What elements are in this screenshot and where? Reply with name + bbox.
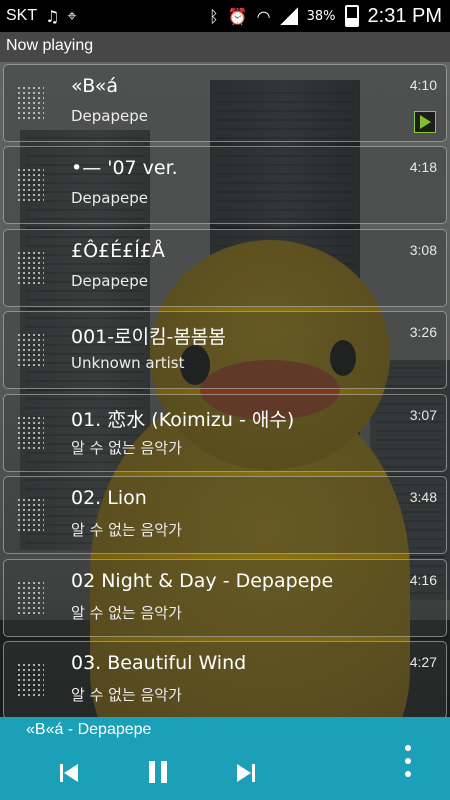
bluetooth-icon: ᛒ — [209, 6, 219, 26]
pause-icon[interactable] — [140, 755, 176, 791]
track-artist: Depapepe — [71, 272, 148, 290]
track-duration: 3:07 — [409, 407, 437, 423]
track-title: 001-로이킴-봄봄봄 — [71, 326, 226, 348]
track-artist: 알 수 없는 음악가 — [71, 439, 182, 457]
track-title: 03. Beautiful Wind — [71, 652, 247, 674]
drag-handle-icon[interactable] — [18, 252, 44, 284]
track-row[interactable]: £Ô£É£Í£Å Depapepe 3:08 — [3, 229, 447, 307]
previous-icon[interactable] — [52, 755, 88, 791]
track-duration: 4:16 — [409, 572, 437, 588]
drag-handle-icon[interactable] — [18, 664, 44, 696]
track-artist: Depapepe — [71, 107, 148, 125]
now-playing-title[interactable]: «B«á - Depapepe — [26, 721, 151, 739]
track-title: «B«á — [71, 75, 119, 97]
page-title: Now playing — [6, 37, 94, 54]
alarm-icon: ⏰ — [227, 6, 248, 26]
next-icon[interactable] — [228, 755, 264, 791]
drag-handle-icon[interactable] — [18, 417, 44, 449]
track-title: 01. 恋水 (Koimizu - 애수) — [71, 409, 295, 431]
track-duration: 3:26 — [409, 324, 437, 340]
track-row[interactable]: 02. Lion 알 수 없는 음악가 3:48 — [3, 476, 447, 554]
battery-percent: 38% — [306, 8, 336, 24]
track-duration: 3:48 — [409, 489, 437, 505]
track-duration: 4:18 — [409, 159, 437, 175]
track-row[interactable]: 001-로이킴-봄봄봄 Unknown artist 3:26 — [3, 311, 447, 389]
track-list[interactable]: «B«á Depapepe 4:10 •— '07 ver. Depapepe … — [0, 64, 450, 719]
now-playing-icon — [414, 111, 436, 133]
track-title: 02 Night & Day - Depapepe — [71, 570, 334, 592]
track-title: £Ô£É£Í£Å — [71, 240, 165, 262]
title-bar: Now playing — [0, 32, 450, 62]
signal-icon — [279, 7, 298, 25]
drag-handle-icon[interactable] — [18, 582, 44, 614]
track-duration: 3:08 — [409, 242, 437, 258]
track-duration: 4:10 — [409, 77, 437, 93]
track-artist: Unknown artist — [71, 354, 185, 372]
track-artist: 알 수 없는 음악가 — [71, 604, 182, 622]
drag-handle-icon[interactable] — [18, 87, 44, 119]
track-artist: Depapepe — [71, 189, 148, 207]
track-row[interactable]: «B«á Depapepe 4:10 — [3, 64, 447, 142]
track-duration: 4:27 — [409, 654, 437, 670]
track-row[interactable]: 01. 恋水 (Koimizu - 애수) 알 수 없는 음악가 3:07 — [3, 394, 447, 472]
music-note-icon: ♫ — [45, 6, 60, 26]
clock: 2:31 PM — [367, 4, 442, 27]
carrier-label: SKT — [6, 7, 38, 24]
drag-handle-icon[interactable] — [18, 499, 44, 531]
location-icon: ⌖ — [67, 6, 77, 25]
drag-handle-icon[interactable] — [18, 334, 44, 366]
track-artist: 알 수 없는 음악가 — [71, 686, 182, 704]
mini-player[interactable]: «B«á - Depapepe — [0, 717, 450, 800]
battery-icon — [344, 5, 359, 27]
track-title: •— '07 ver. — [71, 157, 178, 179]
drag-handle-icon[interactable] — [18, 169, 44, 201]
status-bar: SKT ♫ ⌖ ᛒ ⏰ ◠ 38% 2:31 PM — [0, 0, 450, 32]
track-row[interactable]: •— '07 ver. Depapepe 4:18 — [3, 146, 447, 224]
track-title: 02. Lion — [71, 487, 147, 509]
wifi-icon: ◠ — [256, 6, 271, 26]
track-row[interactable]: 02 Night & Day - Depapepe 알 수 없는 음악가 4:1… — [3, 559, 447, 637]
overflow-menu-icon[interactable] — [398, 743, 418, 779]
track-row[interactable]: 03. Beautiful Wind 알 수 없는 음악가 4:27 — [3, 641, 447, 719]
track-artist: 알 수 없는 음악가 — [71, 521, 182, 539]
